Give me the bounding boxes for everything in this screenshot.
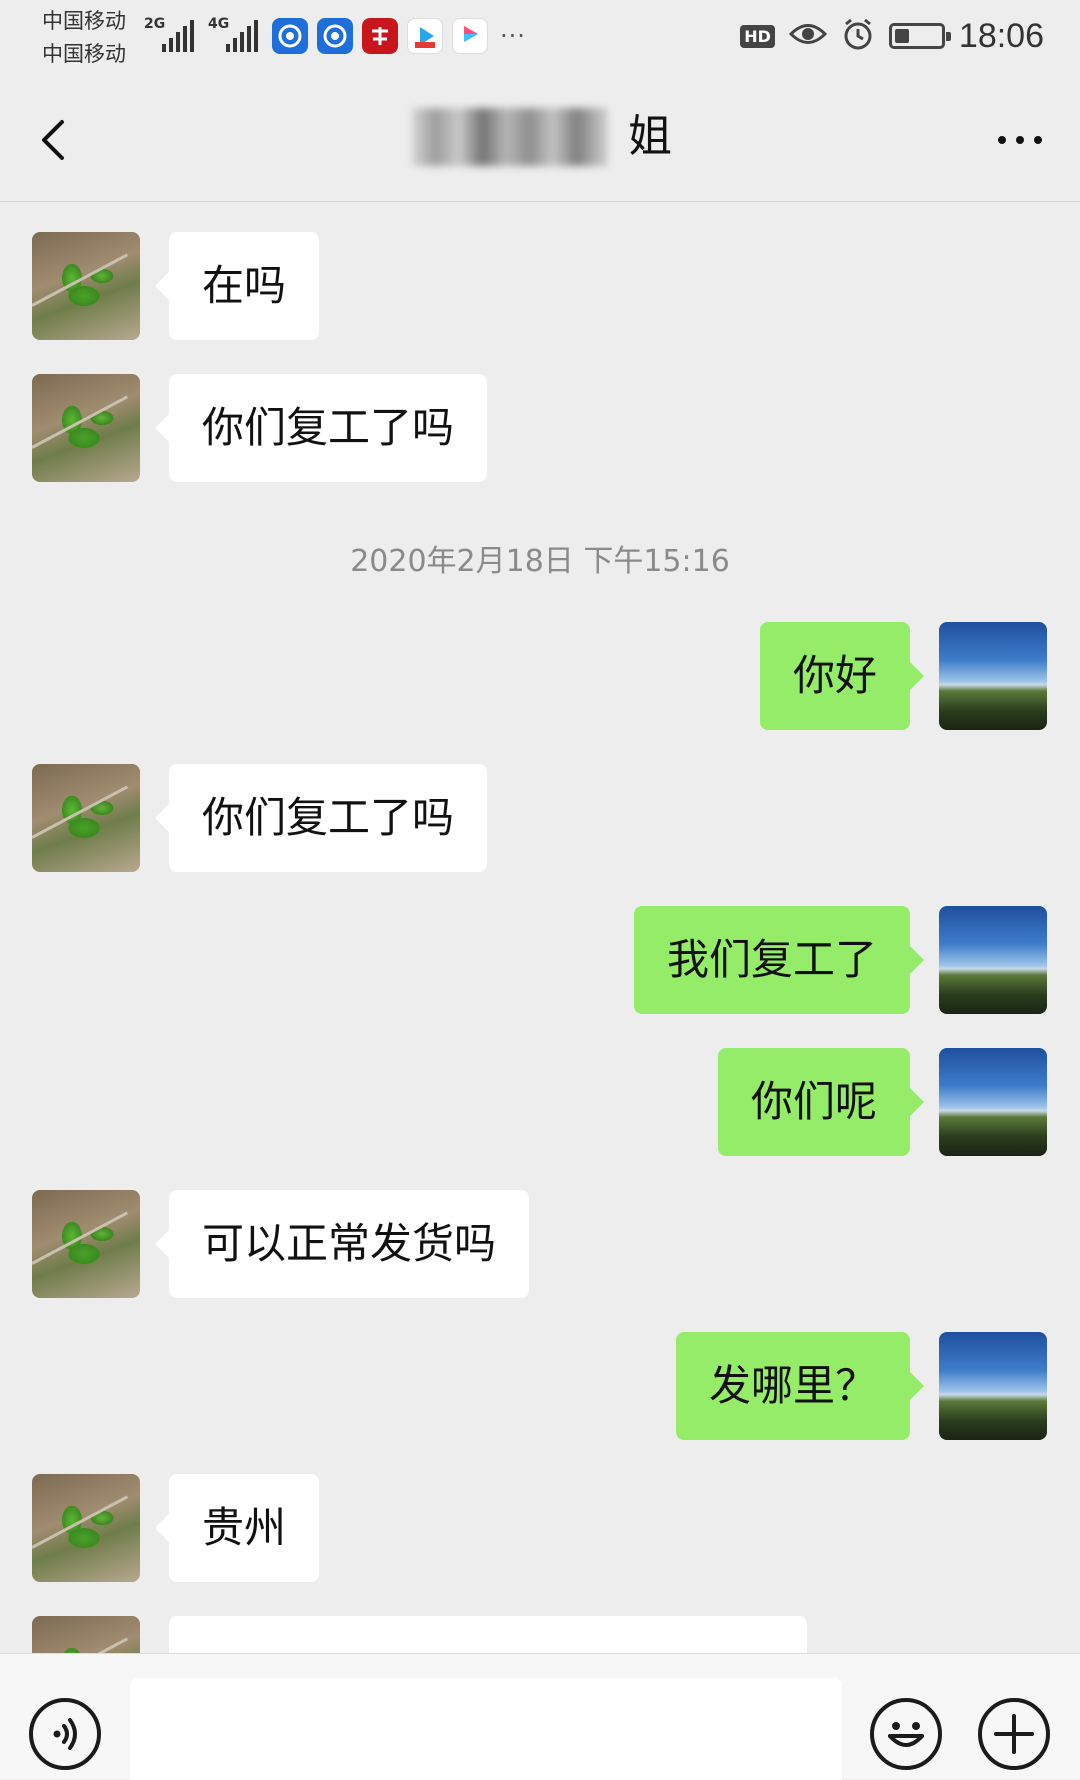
plus-button[interactable] (978, 1698, 1050, 1770)
self-avatar[interactable] (939, 622, 1047, 730)
more-dots-icon[interactable] (998, 136, 1042, 144)
contact-avatar[interactable] (32, 232, 140, 340)
alarm-icon (841, 17, 875, 55)
more-notifications-label: ··· (500, 22, 526, 50)
message-bubble-incoming[interactable]: 可以正常发货吗 (154, 1190, 530, 1298)
weibo-icon (272, 18, 308, 54)
carrier-label-2: 中国移动 (42, 42, 126, 66)
weibo-icon (317, 18, 353, 54)
emoji-button[interactable] (870, 1698, 942, 1770)
signal-icon: 4G (208, 16, 260, 52)
contact-avatar[interactable] (32, 374, 140, 482)
contact-avatar[interactable] (32, 1474, 140, 1582)
message-list[interactable]: 在吗 你们复工了吗 2020年2月18日 下午15:16 你好 你们复工了吗 我… (0, 203, 1080, 1653)
message-bubble-incoming[interactable]: 贵州 (154, 1474, 320, 1582)
signal-icon: 2G (144, 16, 196, 52)
back-button[interactable] (30, 106, 90, 170)
voice-icon (53, 1718, 77, 1750)
youku-icon (452, 18, 488, 54)
emoji-icon (888, 1722, 924, 1747)
chat-header: 姐 (0, 78, 1080, 202)
chevron-left-icon (42, 120, 64, 160)
self-avatar[interactable] (939, 1048, 1047, 1156)
plus-icon (994, 1714, 1034, 1754)
message-bubble-incoming[interactable]: 你们复工了吗 (154, 764, 488, 872)
video-app-icon (407, 18, 443, 54)
contact-avatar[interactable] (32, 764, 140, 872)
carrier-label-1: 中国移动 (42, 9, 126, 33)
self-avatar[interactable] (939, 906, 1047, 1014)
message-bubble-outgoing[interactable]: 你好 (759, 622, 925, 730)
message-input[interactable] (130, 1678, 842, 1780)
input-bar (0, 1653, 1080, 1780)
battery-icon (888, 23, 951, 49)
self-avatar[interactable] (939, 1332, 1047, 1440)
redacted-name-blur (412, 108, 608, 166)
contact-avatar[interactable] (32, 1616, 140, 1653)
eye-icon (788, 19, 828, 53)
message-bubble-incoming[interactable]: 在吗 (154, 232, 320, 340)
hd-badge: HD (740, 24, 775, 48)
message-bubble-outgoing[interactable]: 我们复工了 (633, 906, 925, 1014)
message-bubble-incoming[interactable]: 你们复工了吗 (154, 374, 488, 482)
status-bar: 中国移动 中国移动 2G 4G ··· HD 18:06 (0, 0, 1080, 78)
contact-avatar[interactable] (32, 1190, 140, 1298)
voice-button[interactable] (29, 1698, 101, 1770)
message-bubble-incoming-partial[interactable] (169, 1616, 807, 1653)
timestamp: 2020年2月18日 下午15:16 (350, 544, 730, 579)
xuexi-icon (362, 18, 398, 54)
status-right: HD 18:06 (740, 16, 1044, 56)
message-bubble-outgoing[interactable]: 你们呢 (717, 1048, 925, 1156)
message-bubble-outgoing[interactable]: 发哪里？ (675, 1332, 925, 1440)
clock: 18:06 (958, 16, 1044, 55)
